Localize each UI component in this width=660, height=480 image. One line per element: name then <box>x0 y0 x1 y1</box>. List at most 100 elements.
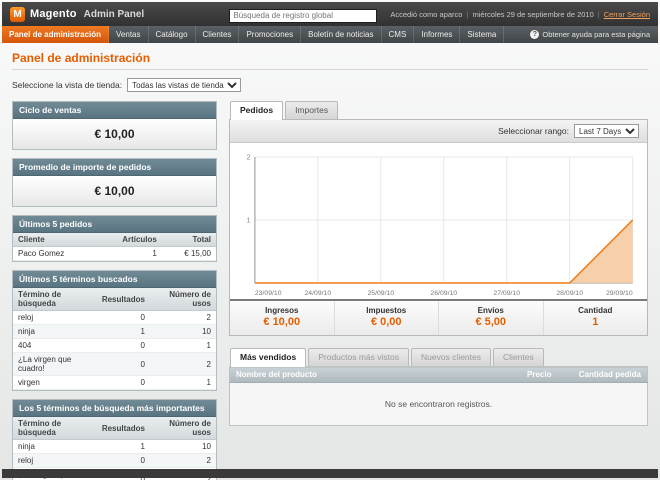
last-search-table: Término de búsqueda Resultados Número de… <box>13 288 216 390</box>
magento-logo-icon: M <box>10 6 25 22</box>
separator: | <box>466 9 469 19</box>
tab-clientes[interactable]: Clientes <box>493 348 544 366</box>
table-row[interactable]: virgen 0 1 <box>13 375 216 390</box>
footer-bar <box>2 469 658 478</box>
header-user-info: Accedió como aparco | miércoles 29 de se… <box>390 10 650 19</box>
table-row[interactable]: reloj 0 2 <box>13 453 216 468</box>
dashboard-sidebar: Ciclo de ventas € 10,00 Promedio de impo… <box>12 101 217 480</box>
column-header: Término de búsqueda <box>13 417 97 440</box>
stat-cantidad: Cantidad 1 <box>544 301 648 335</box>
stat-label: Envíos <box>477 306 504 315</box>
cell-items: 1 <box>95 246 162 261</box>
grids-tabs: Más vendidos Productos más vistos Nuevos… <box>229 348 648 367</box>
bestsellers-table: Nombre del producto Precio Cantidad pedi… <box>229 366 648 426</box>
tab-nuevos-clientes[interactable]: Nuevos clientes <box>411 348 492 366</box>
cell-results: 0 <box>96 338 150 353</box>
svg-text:28/09/10: 28/09/10 <box>556 290 583 297</box>
top-header: M Magento Admin Panel Accedió como aparc… <box>2 2 658 26</box>
svg-text:2: 2 <box>247 153 251 162</box>
store-view-select[interactable]: Todas las vistas de tienda <box>127 78 242 92</box>
column-header: Término de búsqueda <box>13 288 97 311</box>
nav-item-promociones[interactable]: Promociones <box>239 26 302 43</box>
top-search-title: Los 5 términos de búsqueda más important… <box>13 400 216 417</box>
stat-value: 1 <box>592 316 599 328</box>
table-row[interactable]: Paco Gomez 1 € 15,00 <box>13 246 216 261</box>
cell-term: ¿La virgen que cuadro! <box>13 352 97 376</box>
nav-item-informes[interactable]: Informes <box>414 26 461 43</box>
stat-label: Ingresos <box>265 306 299 315</box>
column-header: Cantidad pedida <box>557 366 648 383</box>
svg-text:1: 1 <box>247 216 251 225</box>
table-row[interactable]: ninja 1 10 <box>13 324 216 339</box>
orders-chart-svg: 1 2 23/09/10 24/09/10 25/09/10 26/09/10 27/09/… <box>247 153 634 297</box>
column-header: Artículos <box>95 233 162 247</box>
lifetime-sales-title: Ciclo de ventas <box>13 102 216 119</box>
table-header-row: Cliente Artículos Total <box>13 233 216 247</box>
cell-results: 0 <box>96 453 150 468</box>
cell-results: 0 <box>96 310 150 325</box>
cell-uses: 2 <box>149 352 216 376</box>
magento-admin-page: M Magento Admin Panel Accedió como aparc… <box>0 0 660 480</box>
tab-mas-vendidos[interactable]: Más vendidos <box>230 348 307 367</box>
cell-uses: 1 <box>149 375 216 390</box>
content-area: Panel de administración Seleccione la vi… <box>2 43 658 480</box>
empty-row: No se encontraron registros. <box>229 382 648 426</box>
cell-results: 1 <box>96 439 150 454</box>
svg-text:27/09/10: 27/09/10 <box>493 290 520 297</box>
store-view-label: Seleccione la vista de tienda: <box>12 80 123 90</box>
nav-item-boletin[interactable]: Boletín de noticias <box>301 26 382 43</box>
stat-label: Impuestos <box>366 306 407 315</box>
tab-productos-mas-vistos[interactable]: Productos más vistos <box>308 348 409 366</box>
table-header-row: Nombre del producto Precio Cantidad pedi… <box>229 366 648 383</box>
global-search-input[interactable] <box>229 8 378 23</box>
cell-results: 0 <box>96 375 150 390</box>
main-nav: Panel de administración Ventas Catálogo … <box>2 26 658 43</box>
logout-link[interactable]: Cerrar Sesión <box>604 10 650 19</box>
column-header: Cliente <box>13 233 96 247</box>
table-header-row: Término de búsqueda Resultados Número de… <box>13 288 216 311</box>
stat-value: € 0,00 <box>370 316 402 328</box>
last-orders-table: Cliente Artículos Total Paco Gomez 1 € 1… <box>13 233 216 261</box>
orders-chart-panel: Seleccionar rango: Last 7 Days 1 2 23/09/1… <box>229 119 648 336</box>
cell-results: 1 <box>96 324 150 339</box>
nav-item-ventas[interactable]: Ventas <box>109 26 149 43</box>
svg-text:23/09/10: 23/09/10 <box>255 290 282 297</box>
nav-item-catalogo[interactable]: Catálogo <box>149 26 196 43</box>
cell-term: 404 <box>13 338 97 353</box>
last-search-title: Últimos 5 términos buscados <box>13 271 216 288</box>
dashboard-main: Pedidos Importes Seleccionar rango: Last… <box>229 101 648 426</box>
table-row[interactable]: 404 0 1 <box>13 338 216 353</box>
cell-uses: 1 <box>149 338 216 353</box>
range-select[interactable]: Last 7 Days <box>574 124 639 138</box>
nav-item-clientes[interactable]: Clientes <box>196 26 240 43</box>
cell-term: reloj <box>13 453 97 468</box>
table-row[interactable]: ¿La virgen que cuadro! 0 2 <box>13 352 216 376</box>
tab-pedidos[interactable]: Pedidos <box>230 101 284 120</box>
logged-in-as: Accedió como aparco <box>390 9 463 19</box>
diagram-tabs: Pedidos Importes <box>229 101 648 120</box>
svg-text:24/09/10: 24/09/10 <box>305 290 332 297</box>
tab-importes[interactable]: Importes <box>285 101 339 119</box>
last-orders-title: Últimos 5 pedidos <box>13 216 216 233</box>
page-help-link[interactable]: ? Obtener ayuda para esta página <box>522 26 658 43</box>
totals-row: Ingresos € 10,00 Impuestos € 0,00 Envíos… <box>230 299 647 335</box>
column-header: Resultados <box>96 417 150 440</box>
svg-text:25/09/10: 25/09/10 <box>367 290 394 297</box>
column-header: Nombre del producto <box>229 366 488 383</box>
nav-item-sistema[interactable]: Sistema <box>460 26 505 43</box>
svg-text:29/09/10: 29/09/10 <box>606 290 633 297</box>
table-row[interactable]: reloj 0 2 <box>13 310 216 325</box>
top-search-card: Los 5 términos de búsqueda más important… <box>12 399 217 480</box>
page-title: Panel de administración <box>12 51 648 70</box>
lifetime-sales-value: € 10,00 <box>13 119 216 149</box>
page-help-label: Obtener ayuda para esta página <box>542 30 650 39</box>
average-orders-title: Promedio de importe de pedidos <box>13 159 216 176</box>
nav-item-cms[interactable]: CMS <box>382 26 415 43</box>
nav-item-dashboard[interactable]: Panel de administración <box>2 26 110 43</box>
cell-uses: 2 <box>149 453 216 468</box>
table-row[interactable]: ninja 1 10 <box>13 439 216 454</box>
current-date: miércoles 29 de septiembre de 2010 <box>472 9 594 19</box>
stat-envios: Envíos € 5,00 <box>439 301 544 335</box>
orders-chart: 1 2 23/09/10 24/09/10 25/09/10 26/09/10 27/09/… <box>230 143 647 299</box>
lifetime-sales-card: Ciclo de ventas € 10,00 <box>12 101 217 150</box>
